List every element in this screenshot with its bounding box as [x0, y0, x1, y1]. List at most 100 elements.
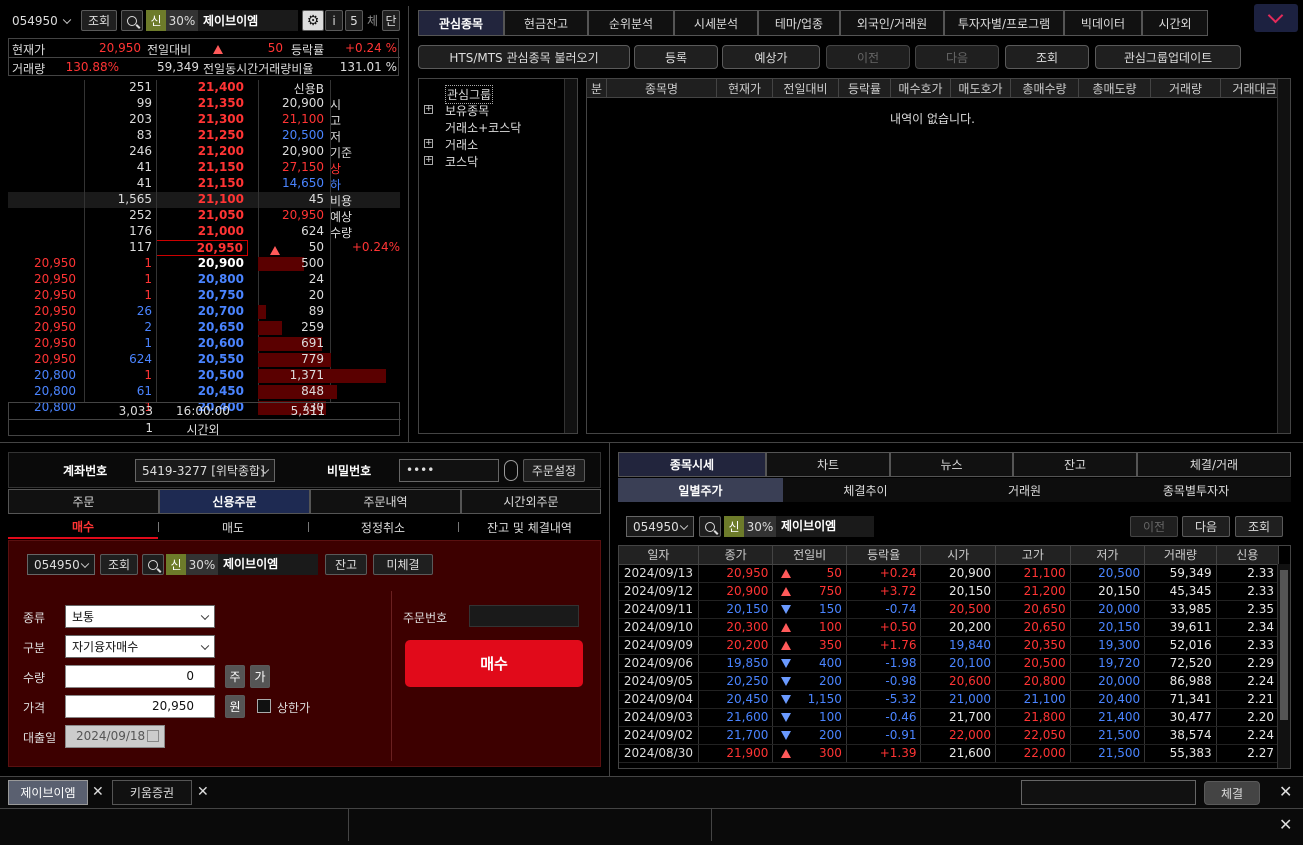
ask-row[interactable]: 41 21,150 14,650 하	[8, 176, 400, 192]
bid-price[interactable]: 20,750	[156, 288, 248, 302]
daily-row[interactable]: 2024/09/04 20,450 1,150 -5.32 21,000 21,100 20…	[619, 690, 1280, 709]
quantity-input[interactable]: 0	[65, 665, 215, 688]
order-subtab[interactable]: 매수	[8, 515, 158, 539]
account-select[interactable]: 5419-3277 [위탁종합]	[135, 459, 275, 482]
ask-price[interactable]: 21,250	[156, 128, 248, 142]
daily-row[interactable]: 2024/09/02 21,700 200 -0.91 22,000 22,050 21,5…	[619, 726, 1280, 745]
fill-button[interactable]: 체결	[1204, 781, 1260, 805]
dan-button[interactable]: 단	[382, 10, 400, 31]
daily-col-header[interactable]: 거래량	[1144, 546, 1217, 565]
close-icon[interactable]: ✕	[92, 784, 104, 800]
daily-row[interactable]: 2024/09/05 20,250 200 -0.98 20,600 20,800 20,0…	[619, 672, 1280, 691]
daily-tab[interactable]: 뉴스	[890, 452, 1013, 477]
watch-col-header[interactable]: 분	[587, 79, 607, 97]
daily-subtab[interactable]: 일별주가	[618, 478, 783, 502]
order-tab[interactable]: 주문내역	[310, 489, 461, 514]
daily-stock-name[interactable]: 제이브이엠	[776, 516, 874, 537]
watch-button[interactable]: 다음	[915, 45, 999, 69]
watch-button[interactable]: 조회	[1005, 45, 1089, 69]
daily-row[interactable]: 2024/09/06 19,850 400 -1.98 20,100 20,500 19,7…	[619, 654, 1280, 673]
watch-tab[interactable]: 테마/업종	[758, 10, 840, 36]
ask-row[interactable]: 1,565 21,100 45 비용	[8, 192, 400, 208]
five-button[interactable]: 5	[345, 10, 363, 31]
bid-price[interactable]: 20,550	[156, 352, 248, 366]
daily-row[interactable]: 2024/09/10 20,300 100 +0.50 20,200 20,650 20,1…	[619, 618, 1280, 637]
ask-row[interactable]: 117 20,950 50 +0.24%	[8, 240, 400, 256]
watch-button[interactable]: 예상가	[722, 45, 820, 69]
daily-row[interactable]: 2024/09/09 20,200 350 +1.76 19,840 20,350 19,3…	[619, 636, 1280, 655]
bid-row[interactable]: 20,950 1 20,750 20	[8, 288, 400, 304]
unfilled-button[interactable]: 미체결	[373, 554, 433, 575]
order-tab[interactable]: 주문	[8, 489, 159, 514]
bid-row[interactable]: 20,800 61 20,450 848	[8, 384, 400, 400]
buy-button[interactable]: 매수	[405, 640, 583, 687]
watch-button[interactable]: 등록	[634, 45, 718, 69]
watch-button[interactable]: 이전	[826, 45, 910, 69]
order-code-select[interactable]: 054950	[27, 554, 95, 575]
bid-row[interactable]: 20,950 1 20,600 691	[8, 336, 400, 352]
bid-price[interactable]: 20,650	[156, 320, 248, 334]
watch-tab[interactable]: 순위분석	[588, 10, 674, 36]
close-icon[interactable]: ✕	[197, 784, 209, 800]
watch-col-header[interactable]: 총매수량	[1011, 79, 1079, 97]
watch-tab[interactable]: 관심종목	[418, 10, 504, 36]
watch-col-header[interactable]: 현재가	[717, 79, 773, 97]
bid-row[interactable]: 20,950 1 20,900 500	[8, 256, 400, 272]
bid-price[interactable]: 20,600	[156, 336, 248, 350]
daily-row[interactable]: 2024/09/12 20,900 750 +3.72 20,150 21,200 20,1…	[619, 582, 1280, 601]
stock-name[interactable]: 제이브이엠	[198, 10, 298, 31]
won-button[interactable]: 원	[225, 695, 245, 718]
watch-tab[interactable]: 시간외	[1142, 10, 1208, 36]
order-type-select[interactable]: 보통	[65, 605, 215, 628]
daily-tab[interactable]: 종목시세	[618, 452, 766, 477]
watch-col-header[interactable]: 전일대비	[773, 79, 839, 97]
order-settings-button[interactable]: 주문설정	[523, 459, 585, 482]
order-search-button[interactable]	[142, 554, 164, 575]
bid-row[interactable]: 20,950 624 20,550 779	[8, 352, 400, 368]
ask-price[interactable]: 21,350	[156, 96, 248, 110]
info-button[interactable]: i	[325, 10, 343, 31]
watch-col-header[interactable]: 거래량	[1151, 79, 1221, 97]
ask-row[interactable]: 246 21,200 20,900 기준	[8, 144, 400, 160]
daily-tab[interactable]: 체결/거래	[1137, 452, 1291, 477]
daily-col-header[interactable]: 시가	[920, 546, 997, 565]
order-lookup-button[interactable]: 조회	[100, 554, 138, 575]
upper-limit-checkbox[interactable]	[257, 699, 271, 713]
tree-item[interactable]: 거래소	[445, 136, 478, 153]
ask-row[interactable]: 41 21,150 27,150 상	[8, 160, 400, 176]
balance-button[interactable]: 잔고	[325, 554, 367, 575]
bid-price[interactable]: 20,800	[156, 272, 248, 286]
daily-search-button[interactable]	[699, 516, 721, 537]
expand-icon[interactable]: +	[424, 156, 433, 165]
close-icon[interactable]: ✕	[1279, 815, 1292, 834]
task-item-jvm[interactable]: 제이브이엠	[8, 780, 88, 805]
daily-tab[interactable]: 차트	[766, 452, 890, 477]
watch-col-header[interactable]: 총매도량	[1079, 79, 1151, 97]
order-stock-name[interactable]: 제이브이엠	[218, 554, 318, 575]
price-input[interactable]: 20,950	[65, 695, 215, 718]
daily-col-header[interactable]: 신용	[1216, 546, 1280, 565]
daily-scrollbar[interactable]	[1277, 564, 1290, 768]
order-subtab[interactable]: 매도	[158, 515, 308, 539]
bid-price[interactable]: 20,450	[156, 384, 248, 398]
daily-col-header[interactable]: 종가	[698, 546, 774, 565]
watch-col-header[interactable]: 등락률	[839, 79, 891, 97]
watch-tab[interactable]: 외국인/거래원	[840, 10, 944, 36]
ask-price[interactable]: 21,400	[156, 80, 248, 94]
daily-row[interactable]: 2024/08/30 21,900 300 +1.39 21,600 22,000 21,5…	[619, 744, 1280, 763]
available-button[interactable]: 가	[250, 665, 270, 688]
ask-price[interactable]: 20,950	[156, 240, 248, 256]
bid-row[interactable]: 20,950 2 20,650 259	[8, 320, 400, 336]
close-icon[interactable]: ✕	[1279, 782, 1292, 801]
ask-price[interactable]: 21,050	[156, 208, 248, 222]
order-subtab[interactable]: 정정취소	[308, 515, 458, 539]
daily-subtab[interactable]: 체결추이	[783, 478, 948, 502]
watch-tab[interactable]: 현금잔고	[504, 10, 588, 36]
daily-col-header[interactable]: 고가	[995, 546, 1071, 565]
order-division-select[interactable]: 자기융자매수	[65, 635, 215, 658]
ask-price[interactable]: 21,150	[156, 176, 248, 190]
watch-col-header[interactable]: 종목명	[607, 79, 717, 97]
daily-col-header[interactable]: 등락율	[846, 546, 922, 565]
ask-price[interactable]: 21,000	[156, 224, 248, 238]
order-tab[interactable]: 신용주문	[159, 489, 310, 514]
